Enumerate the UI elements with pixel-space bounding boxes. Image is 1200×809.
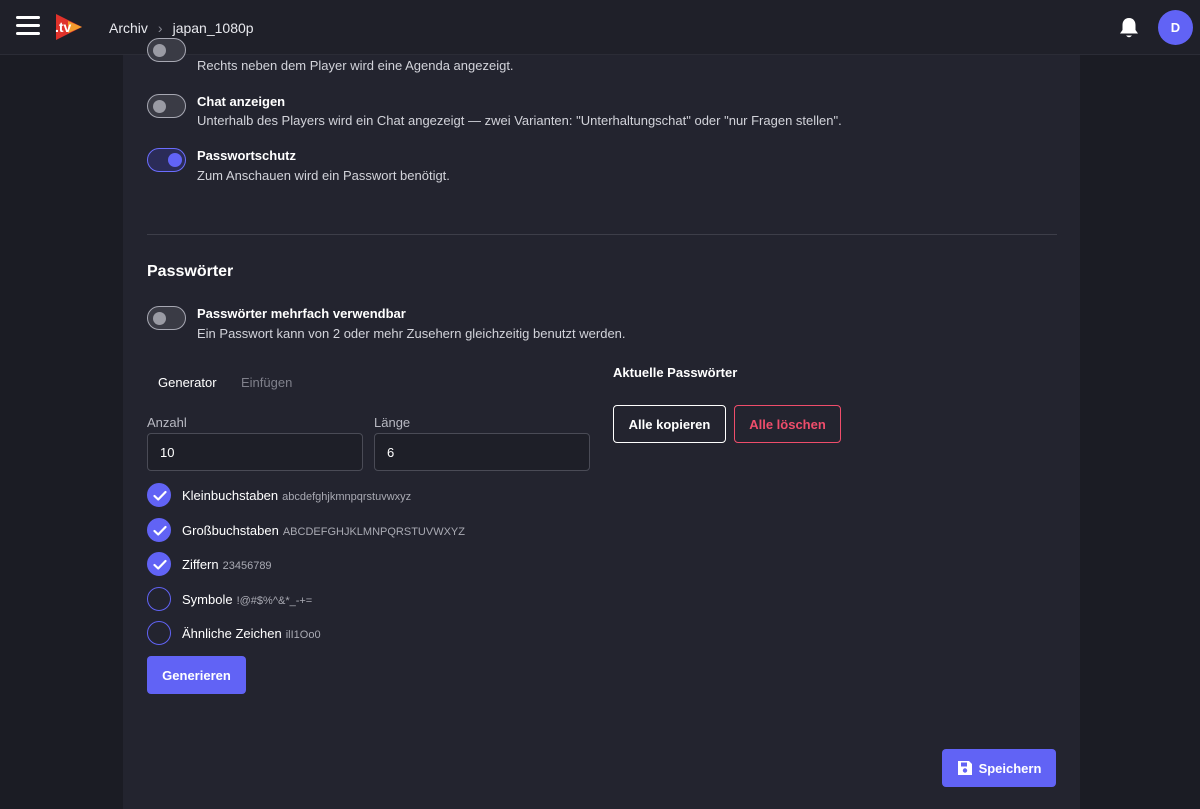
agenda-toggle[interactable]	[147, 38, 186, 62]
length-input[interactable]	[374, 433, 590, 471]
digits-checkbox[interactable]	[147, 552, 171, 576]
breadcrumb: Archiv › japan_1080p	[109, 20, 254, 36]
agenda-description: Rechts neben dem Player wird eine Agenda…	[197, 58, 514, 73]
save-label: Speichern	[978, 760, 1042, 776]
uppercase-label: Großbuchstaben ABCDEFGHJKLMNPQRSTUVWXYZ	[182, 523, 465, 538]
password-reuse-title: Passwörter mehrfach verwendbar	[197, 306, 406, 321]
uppercase-chars: ABCDEFGHJKLMNPQRSTUVWXYZ	[282, 526, 465, 538]
symbols-label: Symbole !@#$%^&*_-+=	[182, 592, 312, 607]
check-icon	[153, 559, 167, 570]
symbols-checkbox[interactable]	[147, 587, 171, 611]
logo-text: .tv	[55, 19, 72, 35]
similar-chars-label: Ähnliche Zeichen ilI1Oo0	[182, 626, 321, 641]
avatar[interactable]: D	[1158, 10, 1193, 45]
chevron-right-icon: ›	[157, 20, 163, 36]
tab-einfuegen[interactable]: Einfügen	[241, 375, 292, 390]
count-input[interactable]	[147, 433, 363, 471]
lowercase-checkbox[interactable]	[147, 483, 171, 507]
bell-icon[interactable]	[1118, 16, 1140, 40]
lowercase-label: Kleinbuchstaben abcdefghjkmnpqrstuvwxyz	[182, 488, 411, 503]
copy-all-button[interactable]: Alle kopieren	[613, 405, 726, 443]
delete-all-button[interactable]: Alle löschen	[734, 405, 841, 443]
count-label: Anzahl	[147, 415, 187, 430]
uppercase-label-text: Großbuchstaben	[182, 523, 279, 538]
password-protection-title: Passwortschutz	[197, 148, 296, 163]
breadcrumb-item-archiv[interactable]: Archiv	[109, 20, 148, 36]
save-button[interactable]: Speichern	[942, 749, 1056, 787]
divider	[147, 234, 1057, 235]
digits-label-text: Ziffern	[182, 557, 219, 572]
symbols-label-text: Symbole	[182, 592, 233, 607]
similar-chars-chars: ilI1Oo0	[285, 629, 321, 641]
lowercase-label-text: Kleinbuchstaben	[182, 488, 279, 503]
chat-toggle[interactable]	[147, 94, 186, 118]
save-icon	[957, 761, 972, 775]
current-passwords-title: Aktuelle Passwörter	[613, 365, 738, 380]
digits-label: Ziffern 23456789	[182, 557, 272, 572]
hamburger-menu-icon[interactable]	[16, 16, 40, 38]
digits-chars: 23456789	[222, 560, 272, 572]
password-reuse-description: Ein Passwort kann von 2 oder mehr Zusehe…	[197, 326, 626, 341]
uppercase-checkbox[interactable]	[147, 518, 171, 542]
chat-title: Chat anzeigen	[197, 94, 286, 109]
section-title: Passwörter	[147, 263, 234, 280]
length-label: Länge	[374, 415, 411, 430]
symbols-chars: !@#$%^&*_-+=	[236, 595, 313, 607]
lowercase-chars: abcdefghjkmnpqrstuvwxyz	[282, 491, 412, 503]
similar-chars-label-text: Ähnliche Zeichen	[182, 626, 282, 641]
check-icon	[153, 525, 167, 536]
password-protection-toggle[interactable]	[147, 148, 186, 172]
check-icon	[153, 490, 167, 501]
password-protection-description: Zum Anschauen wird ein Passwort benötigt…	[197, 168, 450, 183]
tab-generator[interactable]: Generator	[158, 375, 217, 390]
similar-chars-checkbox[interactable]	[147, 621, 171, 645]
generate-button[interactable]: Generieren	[147, 656, 246, 694]
password-reuse-toggle[interactable]	[147, 306, 186, 330]
chat-description: Unterhalb des Players wird ein Chat ange…	[197, 113, 842, 128]
breadcrumb-item-current: japan_1080p	[172, 20, 254, 36]
